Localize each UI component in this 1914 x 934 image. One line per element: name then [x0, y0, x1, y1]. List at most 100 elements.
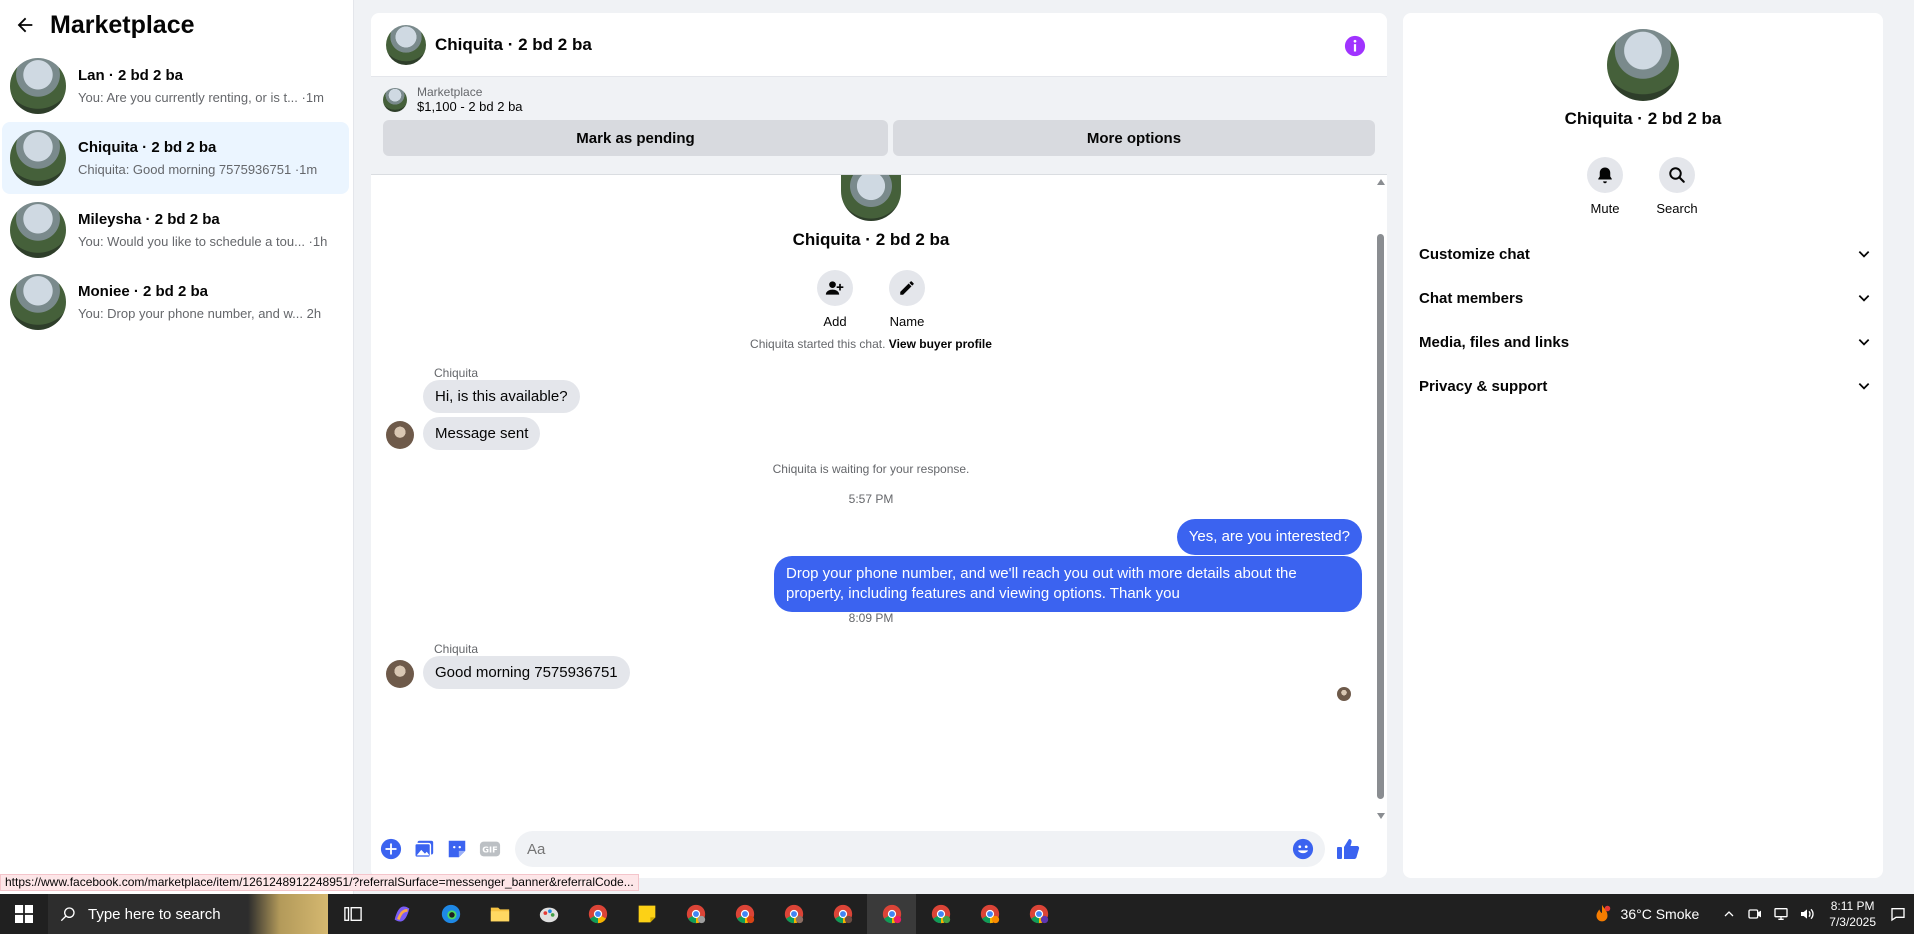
mark-pending-button[interactable]: Mark as pending: [383, 120, 888, 156]
timestamp: 8:09 PM: [848, 611, 894, 625]
add-action[interactable]: Add: [805, 270, 865, 329]
name-action[interactable]: Name: [877, 270, 937, 329]
section-label: Media, files and links: [1419, 333, 1570, 351]
incoming-message[interactable]: Message sent: [423, 417, 541, 450]
listing-avatar: [10, 130, 66, 186]
sticky-notes-icon[interactable]: [622, 894, 671, 934]
conversation-preview: You: Would you like to schedule a tou...…: [78, 234, 328, 249]
taskbar-search[interactable]: Type here to search: [48, 894, 328, 934]
link-status-url: https://www.facebook.com/marketplace/ite…: [0, 874, 639, 891]
chevron-up-icon[interactable]: [1723, 908, 1735, 920]
scroll-down-icon[interactable]: [1377, 813, 1385, 819]
conversation-item-lan[interactable]: Lan · 2 bd 2 ba You: Are you currently r…: [2, 50, 349, 122]
intro-avatar: [841, 175, 901, 221]
outgoing-message[interactable]: Drop your phone number, and we'll reach …: [774, 556, 1362, 612]
chrome-icon[interactable]: [573, 894, 622, 934]
like-thumb-icon[interactable]: [1334, 835, 1362, 863]
weather-text[interactable]: 36°C Smoke: [1621, 906, 1700, 922]
file-explorer-icon[interactable]: [475, 894, 524, 934]
section-chat-members[interactable]: Chat members: [1419, 278, 1871, 318]
scrollbar-thumb[interactable]: [1377, 234, 1384, 799]
chrome-profile-icon[interactable]: [671, 894, 720, 934]
section-customize-chat[interactable]: Customize chat: [1419, 234, 1871, 274]
search-icon: [1669, 167, 1685, 183]
conversation-item-mileysha[interactable]: Mileysha · 2 bd 2 ba You: Would you like…: [2, 194, 349, 266]
network-icon[interactable]: [1773, 906, 1789, 922]
task-view-icon[interactable]: [328, 894, 377, 934]
outgoing-message[interactable]: Yes, are you interested?: [1176, 519, 1362, 555]
conversation-item-moniee[interactable]: Moniee · 2 bd 2 ba You: Drop your phone …: [2, 266, 349, 338]
sender-avatar: [386, 421, 414, 449]
emoji-icon[interactable]: [1289, 835, 1317, 863]
chat-details-panel: Chiquita · 2 bd 2 ba Mute Search Customi…: [1403, 13, 1883, 878]
back-arrow-icon[interactable]: [14, 14, 36, 36]
paint-app-icon[interactable]: [524, 894, 573, 934]
banner-source: Marketplace: [417, 85, 483, 99]
chrome-profile-icon-active[interactable]: [867, 894, 916, 934]
listing-thumbnail: [383, 87, 407, 112]
view-buyer-profile-link[interactable]: View buyer profile: [889, 337, 992, 351]
photo-icon[interactable]: [410, 835, 438, 863]
conversation-preview: You: Are you currently renting, or is t.…: [78, 90, 324, 105]
edge-browser-icon[interactable]: [426, 894, 475, 934]
system-tray: 36°C Smoke 8:11 PM 7/3/2025: [1591, 898, 1914, 930]
meet-now-icon[interactable]: [1747, 906, 1763, 922]
incoming-message[interactable]: Good morning 7575936751: [423, 656, 630, 689]
section-label: Privacy & support: [1419, 377, 1548, 395]
chrome-profile-icon[interactable]: [769, 894, 818, 934]
message-input[interactable]: [515, 831, 1325, 867]
conversation-preview: Chiquita: Good morning 7575936751 ·1m: [78, 162, 318, 177]
started-text: Chiquita started this chat.: [750, 337, 886, 351]
marketplace-banner: Marketplace $1,100 - 2 bd 2 ba Mark as p…: [371, 77, 1387, 175]
scroll-up-icon[interactable]: [1377, 179, 1385, 185]
system-clock[interactable]: 8:11 PM 7/3/2025: [1829, 898, 1876, 930]
svg-text:GIF: GIF: [482, 845, 497, 855]
conversation-name: Mileysha · 2 bd 2 ba: [78, 211, 220, 228]
chrome-profile-icon[interactable]: [818, 894, 867, 934]
listing-price: $1,100 - 2 bd 2 ba: [417, 99, 523, 114]
sticker-icon[interactable]: [443, 835, 471, 863]
chrome-profile-icon[interactable]: [916, 894, 965, 934]
copilot-icon[interactable]: [377, 894, 426, 934]
chat-avatar[interactable]: [386, 24, 426, 65]
section-label: Chat members: [1419, 289, 1524, 307]
more-options-button[interactable]: More options: [892, 120, 1375, 156]
section-media-files-links[interactable]: Media, files and links: [1419, 322, 1871, 362]
volume-icon[interactable]: [1799, 906, 1815, 922]
message-scrollbar[interactable]: [1377, 179, 1385, 819]
gif-icon[interactable]: GIF: [476, 835, 504, 863]
waiting-notice: Chiquita is waiting for your response.: [772, 462, 970, 476]
sender-name: Chiquita: [434, 642, 479, 656]
chrome-profile-icon[interactable]: [965, 894, 1014, 934]
info-icon[interactable]: [1344, 35, 1366, 57]
search-label: Search: [1656, 201, 1698, 216]
listing-avatar: [10, 202, 66, 258]
section-label: Customize chat: [1419, 245, 1530, 263]
incoming-message[interactable]: Hi, is this available?: [423, 380, 580, 413]
chrome-profile-icon[interactable]: [720, 894, 769, 934]
add-person-icon: [825, 281, 844, 295]
windows-start-icon[interactable]: [0, 894, 48, 934]
sender-name: Chiquita: [434, 366, 479, 380]
weather-fire-icon[interactable]: [1591, 903, 1613, 925]
chrome-profile-icon[interactable]: [1014, 894, 1063, 934]
chat-title[interactable]: Chiquita · 2 bd 2 ba: [435, 35, 592, 55]
conversation-name: Lan · 2 bd 2 ba: [78, 67, 184, 84]
clock-time: 8:11 PM: [1830, 899, 1875, 913]
notification-icon[interactable]: [1890, 906, 1906, 922]
timestamp: 5:57 PM: [848, 492, 894, 506]
name-label: Name: [889, 314, 925, 329]
chat-header: Chiquita · 2 bd 2 ba: [371, 13, 1387, 77]
section-privacy-support[interactable]: Privacy & support: [1419, 366, 1871, 406]
chat-started-notice: Chiquita started this chat. View buyer p…: [371, 337, 1371, 351]
conversation-name: Moniee · 2 bd 2 ba: [78, 283, 209, 300]
mute-action[interactable]: Mute: [1575, 157, 1635, 216]
sidebar-header: Marketplace: [0, 0, 353, 50]
plus-icon[interactable]: [377, 835, 405, 863]
pencil-icon: [900, 281, 914, 295]
clock-date: 7/3/2025: [1829, 915, 1876, 929]
listing-summary[interactable]: Marketplace $1,100 - 2 bd 2 ba: [383, 85, 1375, 114]
conversation-item-chiquita[interactable]: Chiquita · 2 bd 2 ba Chiquita: Good morn…: [2, 122, 349, 194]
search-action[interactable]: Search: [1647, 157, 1707, 216]
message-composer: GIF: [371, 820, 1387, 878]
